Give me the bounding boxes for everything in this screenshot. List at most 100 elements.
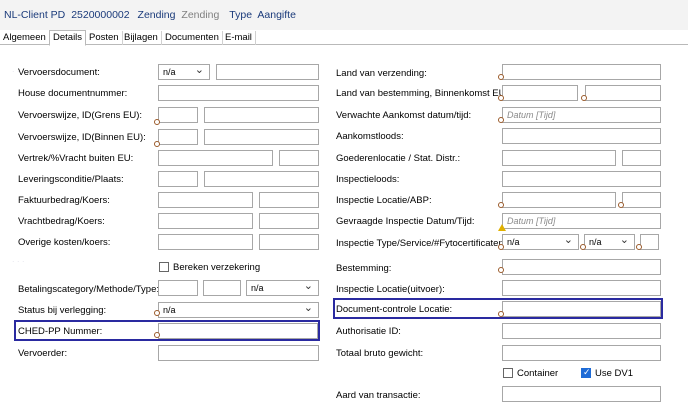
document-controle-label: Document-controle Locatie: xyxy=(336,304,453,315)
inspectieloods-input[interactable] xyxy=(502,171,661,187)
vracht-koers-input[interactable] xyxy=(259,213,319,229)
tab-email[interactable]: E-mail xyxy=(222,31,256,45)
land-verzending-label: Land van verzending: xyxy=(336,68,427,79)
vertrek-label: Vertrek/%Vracht buiten EU: xyxy=(18,153,134,164)
authorisatie-label: Authorisatie ID: xyxy=(336,326,401,337)
betaling-type-select[interactable]: n/a xyxy=(246,279,319,296)
levering-plaats-input[interactable] xyxy=(204,171,319,187)
authorisatie-input[interactable] xyxy=(502,323,661,339)
gevraagde-input[interactable]: Datum [Tijd] xyxy=(502,213,661,229)
inspectie-type-label: Inspectie Type/Service/#Fytocertificaten… xyxy=(336,238,507,249)
binnenkomst-eu-input[interactable] xyxy=(585,85,661,101)
status-label: Status bij verlegging: xyxy=(18,305,107,316)
required-indicator xyxy=(498,311,504,317)
inspectie-uitvoer-label: Inspectie Locatie(uitvoer): xyxy=(336,284,445,295)
required-indicator xyxy=(581,95,587,101)
inspectie-service-select[interactable]: n/a xyxy=(584,233,635,250)
tab-bijlagen[interactable]: Bijlagen xyxy=(121,31,162,45)
bereken-verzekering-checkbox[interactable] xyxy=(159,262,169,272)
aankomstloods-input[interactable] xyxy=(502,128,661,144)
vervoersdocument-input[interactable] xyxy=(216,64,319,80)
bereken-verzekering-label: Bereken verzekering xyxy=(173,262,261,273)
ched-label: CHED-PP Nummer: xyxy=(18,326,103,337)
vervoerswijze-grens-id-input[interactable] xyxy=(204,107,319,123)
aankomstloods-label: Aankomstloods: xyxy=(336,131,404,142)
type-label: Type xyxy=(229,9,253,21)
betaling-methode-input[interactable] xyxy=(203,280,241,296)
tab-documenten[interactable]: Documenten xyxy=(162,31,223,45)
betaling-category-input[interactable] xyxy=(158,280,198,296)
required-indicator xyxy=(154,141,160,147)
required-indicator xyxy=(636,244,642,250)
levering-conditie-input[interactable] xyxy=(158,171,198,187)
faktuur-koers-input[interactable] xyxy=(259,192,319,208)
tab-bar: Algemeen Details Posten Bijlagen Documen… xyxy=(0,30,688,46)
inspectieloods-label: Inspectieloods: xyxy=(336,174,400,185)
type-value: Aangifte xyxy=(257,9,296,21)
totaal-label: Totaal bruto gewicht: xyxy=(336,348,424,359)
stat-distr-input[interactable] xyxy=(622,150,661,166)
vracht-pct-input[interactable] xyxy=(279,150,319,166)
required-indicator xyxy=(498,202,504,208)
required-indicator xyxy=(580,244,586,250)
required-indicator xyxy=(498,117,504,123)
required-indicator xyxy=(154,310,160,316)
verwachte-input[interactable]: Datum [Tijd] xyxy=(502,107,661,123)
overige-input[interactable] xyxy=(158,234,253,250)
container-label: Container xyxy=(517,368,559,379)
bestemming-input[interactable] xyxy=(502,259,661,275)
land-bestemming-input[interactable] xyxy=(502,85,578,101)
type-word: Zending xyxy=(137,9,176,21)
vervoersdocument-label: Vervoersdocument: xyxy=(18,67,100,78)
required-indicator xyxy=(154,332,160,338)
document-controle-input[interactable] xyxy=(502,301,661,317)
vervoerswijze-binnen-input[interactable] xyxy=(158,129,198,145)
vervoerswijze-binnen-id-input[interactable] xyxy=(204,129,319,145)
house-input[interactable] xyxy=(158,85,319,101)
vervoerder-input[interactable] xyxy=(158,345,319,361)
use-dv1-checkbox[interactable] xyxy=(581,367,591,378)
tab-details[interactable]: Details xyxy=(49,30,87,46)
details-panel: . . . . . . Vervoersdocument: n/a House … xyxy=(0,46,688,417)
goederenlocatie-label: Goederenlocatie / Stat. Distr.: xyxy=(336,153,461,164)
warning-icon xyxy=(498,224,506,231)
fytocertificaten-input[interactable] xyxy=(640,234,659,250)
faktuur-input[interactable] xyxy=(158,192,253,208)
inspectie-locatie-label: Inspectie Locatie/ABP: xyxy=(336,195,432,206)
vertrek-input[interactable] xyxy=(158,150,273,166)
aard-input[interactable] xyxy=(502,386,661,402)
tab-algemeen[interactable]: Algemeen xyxy=(0,31,50,45)
goederenlocatie-input[interactable] xyxy=(502,150,616,166)
vervoerder-label: Vervoerder: xyxy=(18,348,68,359)
overige-koers-input[interactable] xyxy=(259,234,319,250)
aard-label: Aard van transactie: xyxy=(336,390,421,401)
required-indicator xyxy=(498,74,504,80)
land-verzending-input[interactable] xyxy=(502,64,661,80)
ched-input[interactable] xyxy=(158,323,318,339)
vervoerswijze-grens-input[interactable] xyxy=(158,107,198,123)
inspectie-abp-input[interactable] xyxy=(622,192,661,208)
gevraagde-label: Gevraagde Inspectie Datum/Tijd: xyxy=(336,216,475,227)
vervoersdocument-select[interactable]: n/a xyxy=(158,63,210,80)
inspectie-type-select[interactable]: n/a xyxy=(502,233,579,250)
required-indicator xyxy=(498,244,504,250)
shipment-number: 2520000002 xyxy=(71,9,130,21)
totaal-input[interactable] xyxy=(502,345,661,361)
vervoerswijze-grens-label: Vervoerswijze, ID(Grens EU): xyxy=(18,110,143,121)
house-label: House documentnummer: xyxy=(18,88,128,99)
verwachte-label: Verwachte Aankomst datum/tijd: xyxy=(336,110,472,121)
land-bestemming-label: Land van bestemming, Binnenkomst EU: xyxy=(336,88,509,99)
status-select[interactable]: n/a xyxy=(158,301,319,318)
type-word-dim: Zending xyxy=(181,9,220,21)
inspectie-locatie-input[interactable] xyxy=(502,192,616,208)
inspectie-uitvoer-input[interactable] xyxy=(502,280,661,296)
overige-label: Overige kosten/koers: xyxy=(18,237,111,248)
tab-posten[interactable]: Posten xyxy=(86,31,123,45)
vracht-label: Vrachtbedrag/Koers: xyxy=(18,216,105,227)
title-bar: NL-Client PD 2520000002 Zending Zending … xyxy=(0,0,688,30)
vracht-input[interactable] xyxy=(158,213,253,229)
betaling-label: Betalingscategory/Methode/Type: xyxy=(18,284,160,295)
faktuur-label: Faktuurbedrag/Koers: xyxy=(18,195,110,206)
levering-label: Leveringsconditie/Plaats: xyxy=(18,174,124,185)
container-checkbox[interactable] xyxy=(503,368,513,378)
